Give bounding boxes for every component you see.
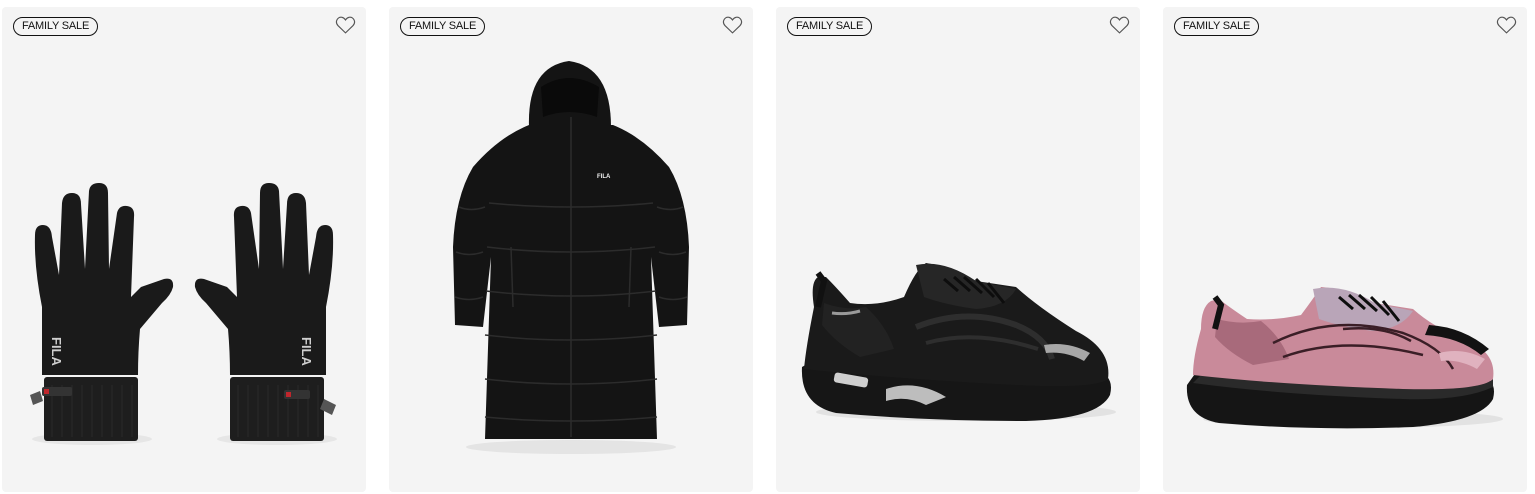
family-sale-badge: FAMILY SALE (400, 17, 486, 36)
product-card-pink-sneaker[interactable]: FAMILY SALE (1163, 7, 1527, 492)
product-card-black-sneaker[interactable]: FAMILY SALE (776, 7, 1140, 492)
family-sale-badge: FAMILY SALE (1174, 17, 1260, 36)
product-image-gloves[interactable]: FILA FILA (2, 7, 366, 492)
product-card-gloves[interactable]: FILA FILA FAMILY SALE (2, 7, 366, 492)
heart-outline-icon[interactable] (1109, 15, 1130, 35)
product-image-black-sneaker[interactable] (776, 7, 1140, 492)
coat-brand-mark: FILA (597, 174, 611, 180)
heart-outline-icon[interactable] (722, 15, 743, 35)
heart-outline-icon[interactable] (1496, 15, 1517, 35)
gloves-brand-mark-left: FILA (49, 337, 64, 366)
gloves-brand-mark-right: FILA (299, 337, 314, 366)
product-grid: FILA FILA FAMILY SALE FILA FAMILY SALE F… (0, 0, 1535, 494)
product-image-puffer-coat[interactable]: FILA (389, 7, 753, 492)
family-sale-badge: FAMILY SALE (13, 17, 99, 36)
product-card-puffer-coat[interactable]: FILA FAMILY SALE (389, 7, 753, 492)
heart-outline-icon[interactable] (335, 15, 356, 35)
product-image-pink-sneaker[interactable] (1163, 7, 1527, 492)
family-sale-badge: FAMILY SALE (787, 17, 873, 36)
